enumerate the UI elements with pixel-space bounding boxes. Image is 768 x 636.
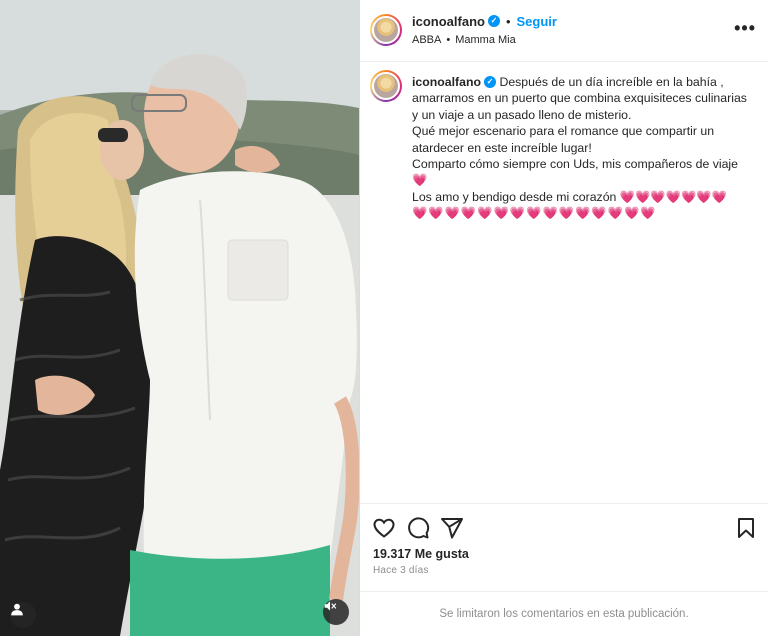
caption-line-0: Después de un día increíble en la bahía …: [499, 75, 724, 89]
caption-line-4: atardecer en este increíble lugar!: [412, 140, 592, 155]
caption-line-3: Qué mejor escenario para el romance que …: [412, 124, 715, 139]
caption-text: iconoalfano ✓ Después de un día increíble…: [412, 74, 754, 222]
comments-disabled-text: Se limitaron los comentarios en esta pub…: [439, 608, 689, 620]
mute-button[interactable]: [323, 599, 349, 625]
avatar[interactable]: [370, 14, 402, 46]
audio-info[interactable]: ABBA • Mamma Mia: [412, 34, 516, 46]
separator-dot: •: [505, 14, 511, 29]
caption-line-5: Comparto cómo siempre con Uds, mis compa…: [412, 157, 738, 172]
audio-artist[interactable]: ABBA: [412, 34, 441, 46]
heart-icon[interactable]: [372, 516, 396, 540]
bookmark-icon[interactable]: [734, 516, 758, 540]
verified-badge-icon: ✓: [484, 75, 497, 88]
caption-avatar[interactable]: [370, 70, 402, 102]
caption-username[interactable]: iconoalfano: [412, 75, 481, 89]
muted-speaker-icon: [324, 601, 337, 611]
likes-count[interactable]: 19.317 Me gusta: [373, 547, 469, 561]
action-bar: [360, 503, 768, 539]
post-header: iconoalfano ✓ • Seguir ABBA • Mamma Mia …: [360, 0, 768, 62]
caption-line-2: y un viaje a un pasado lleno de misterio…: [412, 107, 632, 122]
audio-song[interactable]: Mamma Mia: [455, 34, 516, 46]
post-photo[interactable]: [0, 0, 359, 636]
caption-line-7: Los amo y bendigo desde mi corazón 💗💗💗💗💗…: [412, 189, 727, 204]
user-tag-icon: [11, 603, 23, 616]
comments-disabled-notice: Se limitaron los comentarios en esta pub…: [360, 591, 768, 636]
verified-badge-icon: ✓: [487, 14, 500, 27]
post-time[interactable]: Hace 3 días: [373, 565, 429, 576]
post-caption: iconoalfano ✓ Después de un día increíble…: [360, 62, 768, 222]
post-side-panel: iconoalfano ✓ • Seguir ABBA • Mamma Mia …: [360, 0, 768, 636]
more-options-icon[interactable]: •••: [734, 18, 756, 39]
audio-separator: •: [446, 34, 451, 46]
caption-line-6: 💗: [412, 173, 429, 188]
caption-line-8: 💗💗💗💗💗💗💗💗💗💗💗💗💗💗💗: [412, 206, 657, 221]
send-icon[interactable]: [440, 516, 464, 540]
comment-icon[interactable]: [406, 516, 430, 540]
couple-photo-illustration: [0, 0, 359, 636]
post-username[interactable]: iconoalfano: [412, 14, 485, 29]
caption-line-1: amarramos en un puerto que combina exqui…: [412, 91, 747, 106]
follow-button[interactable]: Seguir: [517, 14, 557, 29]
user-tag-button[interactable]: [10, 602, 36, 628]
